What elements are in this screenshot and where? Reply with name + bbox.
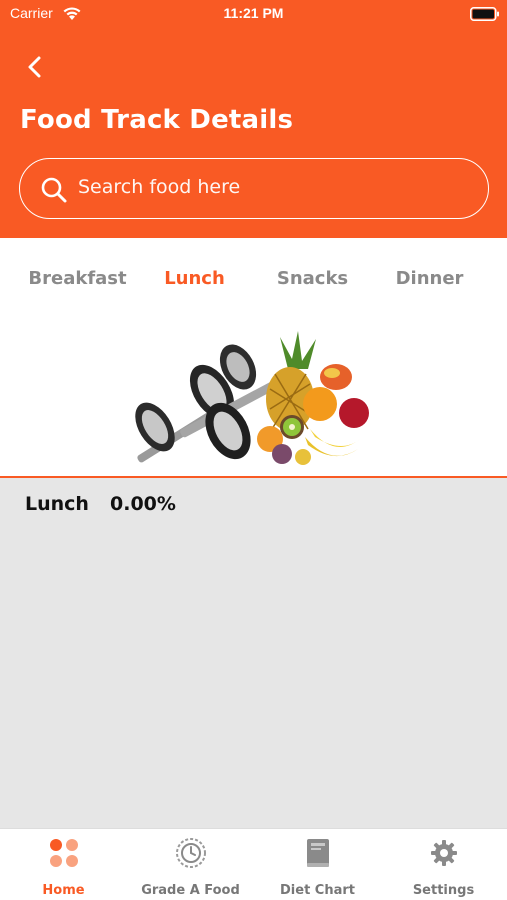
header: Carrier 11:21 PM Food Track Details Sear… <box>0 0 507 238</box>
meal-summary-panel: Lunch 0.00% <box>0 478 507 828</box>
search-icon <box>41 177 67 203</box>
back-button[interactable] <box>18 50 52 84</box>
clock-icon <box>176 838 206 868</box>
tab-snacks[interactable]: Snacks <box>249 268 376 289</box>
home-dots-icon <box>50 839 78 867</box>
meal-label: Lunch <box>25 493 89 515</box>
tab-dinner[interactable]: Dinner <box>366 268 493 289</box>
status-bar: Carrier 11:21 PM <box>0 0 507 30</box>
bottom-tab-settings[interactable]: Settings <box>380 829 507 900</box>
bottom-tab-diet-chart[interactable]: Diet Chart <box>254 829 381 900</box>
dumbbells-and-fruits-image <box>135 331 369 465</box>
gear-icon <box>431 840 457 866</box>
status-time: 11:21 PM <box>223 5 284 21</box>
meal-tabs: Breakfast Lunch Snacks Dinner <box>0 238 507 323</box>
tab-breakfast[interactable]: Breakfast <box>14 268 141 289</box>
bottom-tab-label: Home <box>42 883 85 898</box>
bottom-tab-home[interactable]: Home <box>0 829 127 900</box>
meal-percent: 0.00% <box>110 493 176 515</box>
bottom-tab-grade-a-food[interactable]: Grade A Food <box>127 829 254 900</box>
book-icon <box>307 839 329 867</box>
battery-icon <box>470 7 499 21</box>
search-input[interactable]: Search food here <box>19 158 489 219</box>
tab-lunch[interactable]: Lunch <box>131 268 258 289</box>
bottom-tab-label: Grade A Food <box>141 883 240 898</box>
hero-banner <box>0 323 507 476</box>
bottom-tab-bar: Home Grade A Food Diet Chart Settings <box>0 828 507 900</box>
search-placeholder: Search food here <box>78 176 241 198</box>
bottom-tab-label: Settings <box>412 883 475 898</box>
page-title: Food Track Details <box>20 105 294 135</box>
bottom-tab-label: Diet Chart <box>280 883 355 898</box>
chevron-left-icon <box>28 56 41 78</box>
